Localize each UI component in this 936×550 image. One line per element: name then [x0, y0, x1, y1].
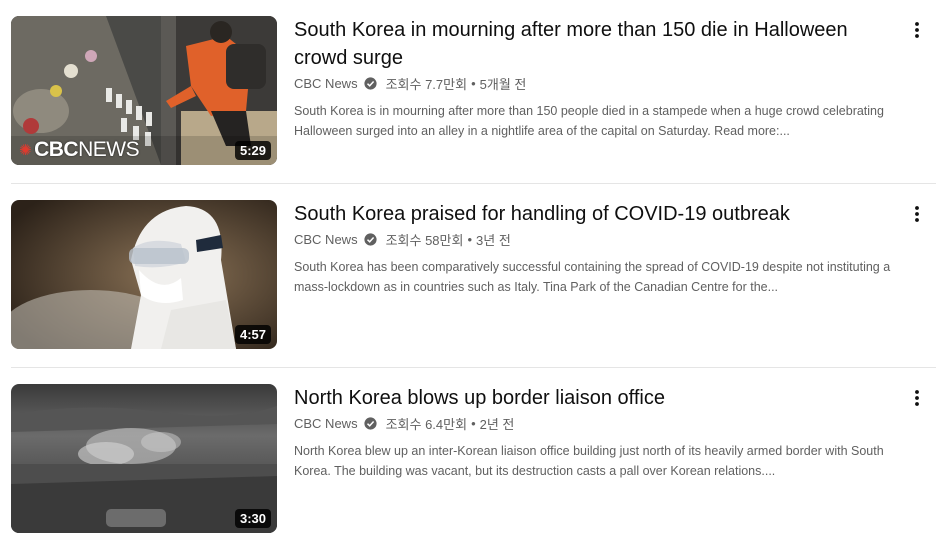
video-item: 4:57 South Korea praised for handling of…: [0, 200, 936, 366]
more-actions-button[interactable]: [910, 18, 924, 42]
video-description: North Korea blew up an inter-Korean liai…: [294, 444, 884, 478]
video-info: North Korea blows up border liaison offi…: [294, 384, 906, 481]
video-item: 3:30 North Korea blows up border liaison…: [0, 384, 936, 550]
verified-check-icon: [363, 232, 377, 246]
divider: [11, 367, 936, 368]
duration-badge: 4:57: [234, 325, 271, 344]
video-item: ✺ CBC NEWS 5:29 South Korea in mourning a…: [0, 16, 936, 182]
channel-name[interactable]: CBC News: [294, 416, 358, 431]
separator-dot: •: [471, 75, 476, 91]
more-actions-button[interactable]: [910, 386, 924, 410]
brand-news: NEWS: [78, 138, 140, 161]
upload-age: 2년 전: [479, 416, 515, 432]
more-vert-icon: [915, 206, 919, 222]
video-meta: CBC News 조회수 58만회 • 3년 전: [294, 230, 906, 248]
upload-age: 3년 전: [476, 232, 511, 248]
cbc-news-watermark: ✺ CBC NEWS: [19, 138, 140, 162]
separator-dot: •: [471, 415, 476, 431]
cbc-gem-icon: ✺: [19, 142, 32, 159]
more-actions-button[interactable]: [910, 202, 924, 226]
video-thumbnail[interactable]: 4:57: [11, 200, 277, 349]
video-title[interactable]: North Korea blows up border liaison offi…: [294, 384, 906, 412]
video-description: South Korea has been comparatively succe…: [294, 260, 891, 294]
video-info: South Korea praised for handling of COVI…: [294, 200, 906, 297]
video-description: South Korea is in mourning after more th…: [294, 104, 884, 138]
duration-badge: 5:29: [234, 141, 271, 160]
more-vert-icon: [915, 390, 919, 406]
video-thumbnail[interactable]: ✺ CBC NEWS 5:29: [11, 16, 277, 165]
video-title[interactable]: South Korea praised for handling of COVI…: [294, 200, 906, 228]
view-count: 조회수 7.7만회: [385, 76, 468, 92]
video-meta: CBC News 조회수 7.7만회 • 5개월 전: [294, 74, 906, 92]
separator-dot: •: [467, 231, 473, 247]
video-meta: CBC News 조회수 6.4만회 • 2년 전: [294, 414, 906, 432]
duration-badge: 3:30: [234, 509, 271, 528]
verified-check-icon: [363, 76, 377, 90]
video-info: South Korea in mourning after more than …: [294, 16, 906, 141]
video-thumbnail[interactable]: 3:30: [11, 384, 277, 533]
verified-check-icon: [363, 416, 377, 430]
video-title[interactable]: South Korea in mourning after more than …: [294, 16, 906, 72]
more-vert-icon: [915, 22, 919, 38]
view-count: 조회수 58만회: [385, 232, 464, 248]
view-count: 조회수 6.4만회: [385, 416, 468, 432]
divider: [11, 183, 936, 184]
upload-age: 5개월 전: [479, 76, 527, 92]
channel-name[interactable]: CBC News: [294, 232, 358, 247]
brand-cbc: CBC: [34, 138, 79, 161]
channel-name[interactable]: CBC News: [294, 76, 358, 91]
